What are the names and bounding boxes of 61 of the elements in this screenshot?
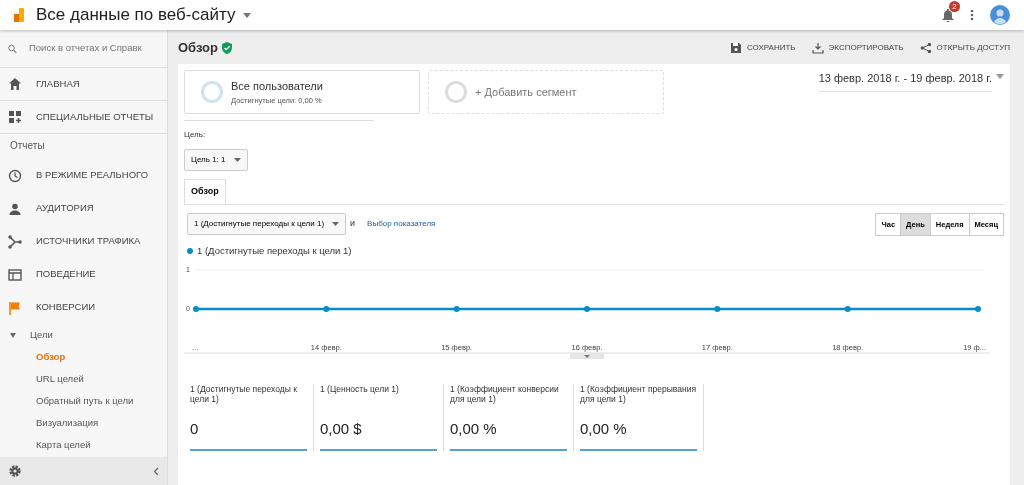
scorecard-label: 1 (Коэффициент прерывания для цели 1) xyxy=(580,384,697,407)
nav-item[interactable]: СПЕЦИАЛЬНЫЕ ОТЧЕТЫ xyxy=(0,101,167,134)
settings-icon[interactable] xyxy=(8,464,22,478)
segment-ring-icon xyxy=(445,81,467,103)
property-title: Все данные по веб-сайту xyxy=(36,4,236,27)
connector-text: и xyxy=(350,217,356,231)
metric-picker-link[interactable]: Выбор показателя xyxy=(367,218,436,231)
data-point xyxy=(323,306,330,312)
scorecard-value: 0,00 % xyxy=(450,419,498,439)
nav-item[interactable]: ПОВЕДЕНИЕ xyxy=(0,258,167,291)
data-point xyxy=(193,306,199,312)
data-point xyxy=(975,306,981,312)
scorecard-label: 1 (Ценность цели 1) xyxy=(320,384,400,396)
add-segment-button[interactable]: + Добавить сегмент xyxy=(428,70,664,114)
toolbar-button[interactable]: ЭКСПОРТИРОВАТЬ xyxy=(811,42,904,54)
page-title: Обзор xyxy=(178,39,218,58)
save-icon xyxy=(730,42,742,54)
segment-title: Все пользователи xyxy=(231,79,323,95)
collapse-icon[interactable] xyxy=(153,466,159,476)
data-point xyxy=(844,306,851,312)
segment-ring-icon xyxy=(201,81,223,103)
share-icon xyxy=(919,42,932,54)
data-point xyxy=(714,306,721,312)
toolbar-button[interactable]: ОТКРЫТЬ ДОСТУП xyxy=(919,42,1010,54)
more-icon[interactable] xyxy=(970,9,974,21)
metric-dropdown[interactable]: 1 (Достигнутые переходы к цели 1) xyxy=(187,213,347,236)
notification-badge: 2 xyxy=(949,0,960,12)
nav-subitem[interactable]: Карта целей xyxy=(0,434,167,456)
scorecard-label: 1 (Достигнутые переходы к цели 1) xyxy=(190,384,298,407)
scorecard-label: 1 (Коэффициент конверсии для цели 1) xyxy=(450,384,560,407)
section-label: Отчеты xyxy=(9,139,46,153)
nav-item[interactable]: В РЕЖИМЕ РЕАЛЬНОГО xyxy=(0,159,167,192)
search-field[interactable]: Поиск в отчетах и Справк xyxy=(29,41,159,56)
legend-label: 1 (Достигнутые переходы к цели 1) xyxy=(197,243,352,258)
nav-subitem[interactable]: URL целей xyxy=(0,368,167,390)
scorecard-value: 0,00 % xyxy=(580,419,628,439)
caret-icon[interactable] xyxy=(996,74,1004,79)
download-icon xyxy=(811,42,824,54)
data-point xyxy=(453,306,460,312)
date-range-selector[interactable]: 13 февр. 2018 г. - 19 февр. 2018 г. xyxy=(818,70,992,92)
data-point xyxy=(584,306,590,312)
add-segment-label: + Добавить сегмент xyxy=(475,84,577,100)
nav-subitem[interactable]: Визуализация xyxy=(0,412,167,434)
nav-item[interactable]: АУДИТОРИЯ xyxy=(0,192,167,225)
expand-handle[interactable] xyxy=(570,353,604,359)
nav-item[interactable]: КОНВЕРСИИ xyxy=(0,291,167,324)
caret-icon[interactable] xyxy=(243,12,252,18)
tab[interactable]: Обзор xyxy=(184,179,226,204)
nav-item[interactable]: ГЛАВНАЯ xyxy=(0,68,167,101)
avatar-icon[interactable] xyxy=(990,5,1010,25)
caret-icon xyxy=(233,158,241,162)
toolbar-button[interactable]: СОХРАНИТЬ xyxy=(730,42,796,54)
nav-item[interactable]: ИСТОЧНИКИ ТРАФИКА xyxy=(0,225,167,258)
nav-subitem[interactable]: Цели xyxy=(16,324,53,346)
goal-dropdown[interactable]: Цель 1: 1 xyxy=(184,149,248,171)
goal-label: Цель: xyxy=(184,129,207,141)
nav-subitem[interactable]: Обратный путь к цели xyxy=(0,390,167,412)
scorecard-value: 0,00 $ xyxy=(320,419,363,439)
scorecard-value: 0 xyxy=(190,419,200,439)
caret-icon xyxy=(332,222,340,227)
bell-icon[interactable] xyxy=(942,9,954,23)
